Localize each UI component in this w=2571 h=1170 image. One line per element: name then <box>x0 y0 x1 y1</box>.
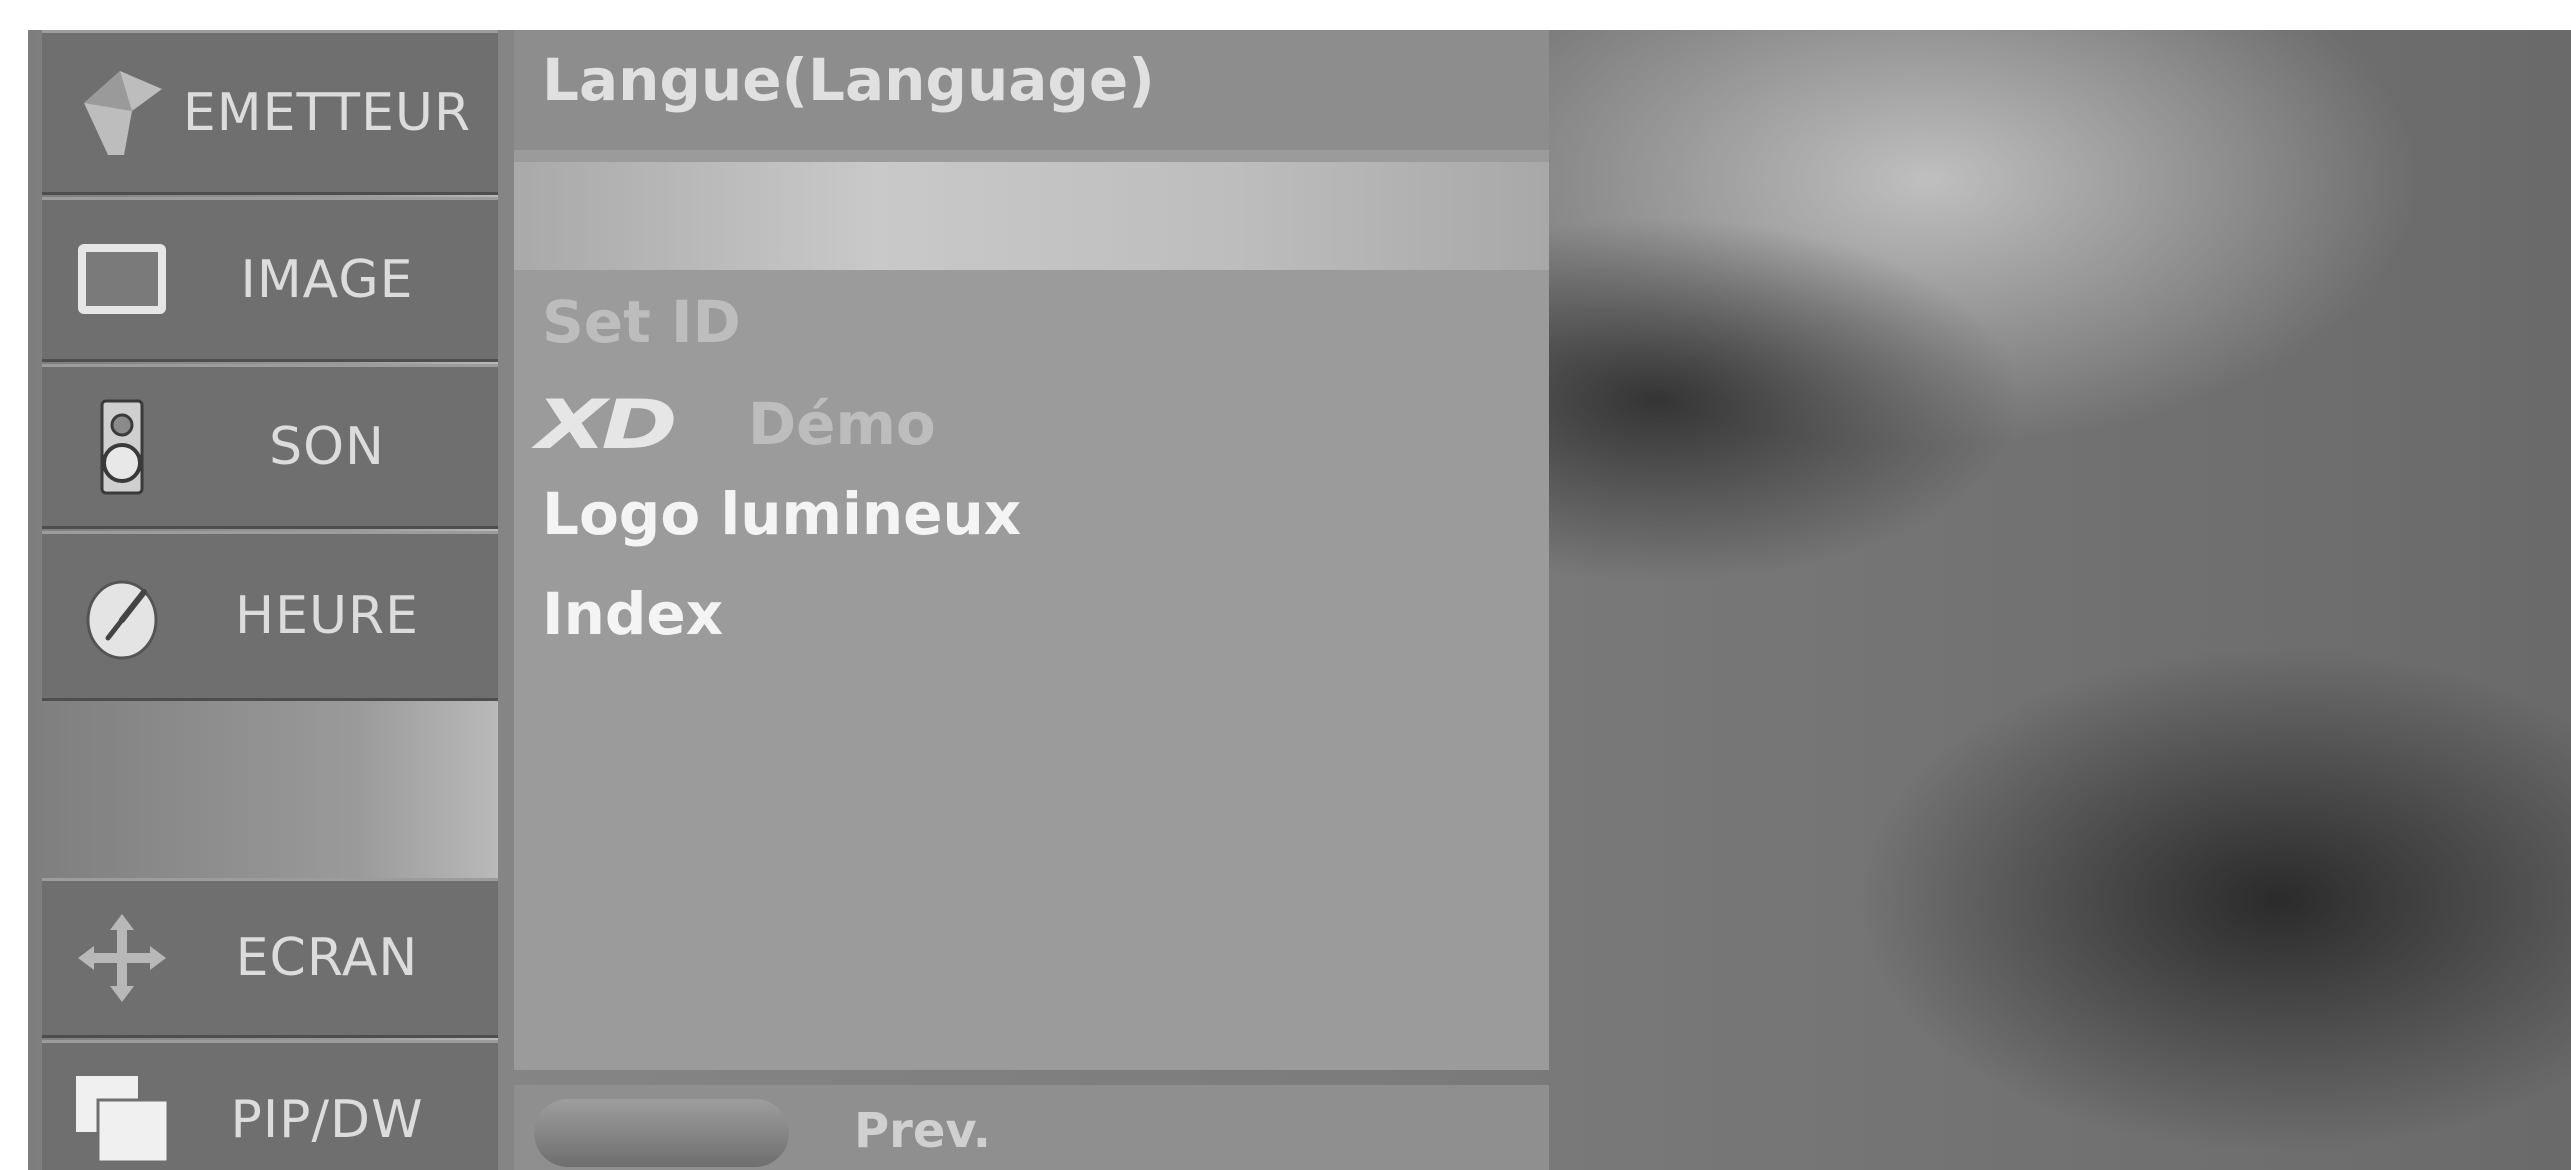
main-menu-sidebar: EMETTEUR IMAGE SON HEURE ECRAN PIP/DW <box>28 30 498 1170</box>
menu-item-logo-lumineux[interactable]: Logo lumineux <box>542 480 1021 548</box>
picture-frame-icon <box>78 243 166 314</box>
move-arrows-icon <box>78 914 166 1002</box>
menu-item-index[interactable]: Index <box>542 580 723 648</box>
clock-icon <box>86 580 158 660</box>
panel-footer: Prev. <box>514 1085 1549 1170</box>
nav-item-emetteur[interactable]: EMETTEUR <box>42 30 498 195</box>
pip-windows-icon <box>76 1076 170 1164</box>
prev-label: Prev. <box>854 1103 992 1159</box>
tv-osd-screen: EMETTEUR IMAGE SON HEURE ECRAN PIP/DW La… <box>28 30 2571 1170</box>
nav-label-heure: HEURE <box>234 586 419 646</box>
nav-label-son: SON <box>269 416 385 477</box>
selection-highlight <box>514 162 1549 270</box>
nav-label-ecran: ECRAN <box>235 928 419 988</box>
nav-item-ecran[interactable]: ECRAN <box>42 878 498 1038</box>
nav-label-image: IMAGE <box>240 249 414 310</box>
nav-label-pip-dw: PIP/DW <box>230 1090 424 1150</box>
nav-label-emetteur: EMETTEUR <box>182 82 472 143</box>
speaker-icon <box>100 399 144 494</box>
nav-item-heure[interactable]: HEURE <box>42 531 498 701</box>
menu-item-set-id[interactable]: Set ID <box>542 288 741 356</box>
xd-logo-icon: XD <box>536 386 678 465</box>
menu-item-xd-demo[interactable]: XD Démo <box>536 386 1136 466</box>
menu-item-demo-label: Démo <box>748 390 936 458</box>
option-menu-panel: Langue(Language) Set ID XD Démo Logo lum… <box>514 30 1549 1070</box>
panel-title-langue[interactable]: Langue(Language) <box>542 46 1155 114</box>
nav-item-son[interactable]: SON <box>42 364 498 529</box>
nav-item-image[interactable]: IMAGE <box>42 197 498 362</box>
satellite-dish-icon <box>84 70 162 155</box>
nav-item-pip-dw[interactable]: PIP/DW <box>42 1040 498 1170</box>
prev-button[interactable] <box>534 1099 789 1167</box>
